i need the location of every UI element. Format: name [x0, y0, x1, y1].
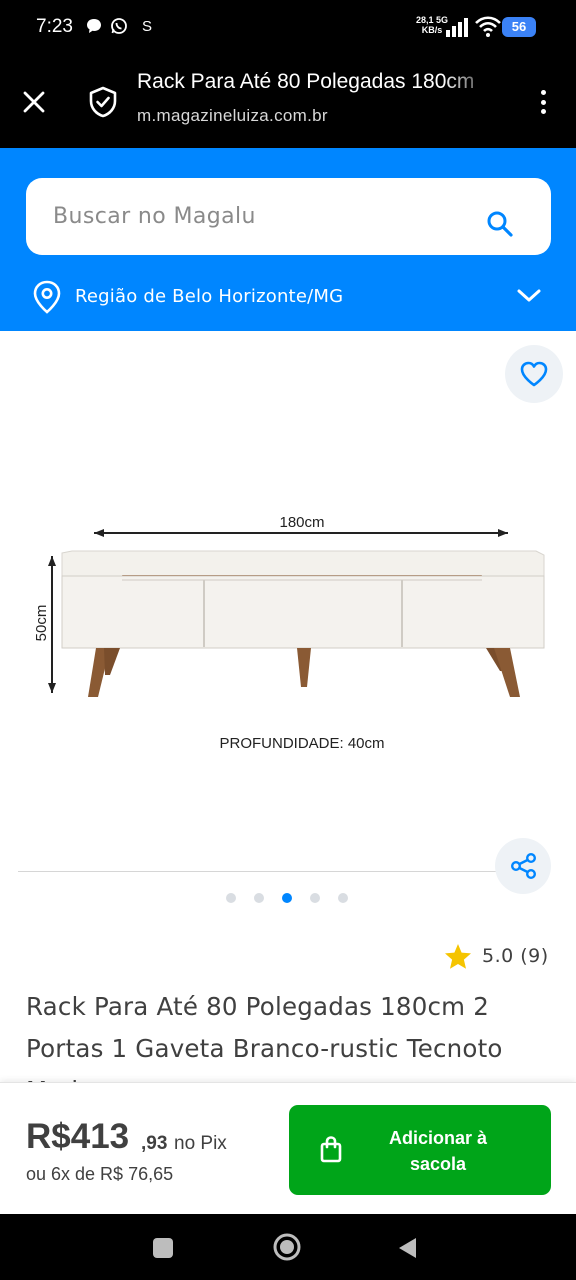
gallery-dot-2[interactable] — [254, 893, 264, 903]
gallery-dot-1[interactable] — [226, 893, 236, 903]
shopping-bag-icon — [320, 1136, 342, 1163]
notification-icons: S — [86, 17, 152, 35]
site-header: Buscar no Magalu Região de Belo Horizont… — [0, 148, 576, 331]
gallery-pagination — [226, 893, 348, 903]
heart-icon — [520, 361, 548, 387]
product-image[interactable]: 180cm 50cm PROFUNDIDADE: 40cm — [0, 331, 576, 876]
location-pin-icon — [33, 280, 61, 314]
status-s-indicator: S — [142, 17, 153, 35]
height-dimension-label: 50cm — [33, 605, 50, 642]
recent-apps-icon[interactable] — [153, 1238, 173, 1258]
status-bar: 7:23 S 28,1 5G KB/s 56 — [0, 0, 576, 56]
width-dimension-label: 180cm — [279, 514, 324, 531]
more-options-icon[interactable] — [530, 86, 556, 118]
product-title: Rack Para Até 80 Polegadas 180cm 2 Porta… — [26, 992, 503, 1082]
favorite-button[interactable] — [505, 345, 563, 403]
shield-check-icon[interactable] — [88, 86, 118, 118]
region-label: Região de Belo Horizonte/MG — [75, 286, 344, 307]
search-input[interactable]: Buscar no Magalu — [26, 178, 551, 255]
price-payment-method: no Pix — [174, 1133, 227, 1154]
chat-bubble-icon — [87, 19, 101, 33]
network-speed: 28,1 5G KB/s — [416, 15, 448, 35]
page-title: Rack Para Até 80 Polegadas 180cm — [137, 70, 475, 93]
wifi-icon — [475, 16, 501, 37]
signal-icon — [446, 18, 468, 37]
back-icon[interactable] — [396, 1236, 418, 1260]
search-icon[interactable] — [486, 210, 514, 238]
system-navigation-bar — [0, 1214, 576, 1280]
image-divider — [18, 871, 496, 872]
gallery-dot-3[interactable] — [282, 893, 292, 903]
close-icon[interactable] — [20, 88, 48, 116]
status-time: 7:23 — [36, 16, 73, 37]
region-selector[interactable]: Região de Belo Horizonte/MG — [30, 278, 550, 314]
search-placeholder: Buscar no Magalu — [53, 204, 256, 229]
share-icon — [511, 853, 537, 880]
net-speed-value: 28,1 — [416, 15, 434, 25]
net-speed-unit: KB/s — [421, 25, 443, 35]
rating-text: 5.0 (9) — [482, 945, 549, 967]
depth-dimension-label: PROFUNDIDADE: 40cm — [219, 735, 384, 752]
star-icon — [445, 943, 471, 969]
add-to-bag-button[interactable]: Adicionar à sacola — [289, 1105, 551, 1195]
home-icon[interactable] — [272, 1232, 302, 1262]
product-photo: 180cm 50cm PROFUNDIDADE: 40cm — [33, 514, 545, 752]
browser-toolbar: Rack Para Até 80 Polegadas 180cm m.magaz… — [0, 56, 576, 148]
gallery-dot-5[interactable] — [338, 893, 348, 903]
price-cents: ,93 — [141, 1133, 168, 1154]
installments-text: ou 6x de R$ 76,65 — [26, 1164, 174, 1184]
battery-indicator: 56 — [502, 17, 536, 37]
gallery-dot-4[interactable] — [310, 893, 320, 903]
share-button[interactable] — [495, 838, 551, 894]
add-to-bag-label: Adicionar à sacola — [388, 1128, 488, 1174]
purchase-bar: R$413 ,93 no Pix ou 6x de R$ 76,65 Adici… — [0, 1082, 576, 1214]
price-main: R$413 — [26, 1117, 130, 1156]
product-rating[interactable]: 5.0 (9) — [444, 940, 549, 972]
page-url[interactable]: m.magazineluiza.com.br — [137, 106, 328, 126]
chevron-down-icon — [517, 289, 541, 302]
whatsapp-icon — [111, 18, 127, 34]
